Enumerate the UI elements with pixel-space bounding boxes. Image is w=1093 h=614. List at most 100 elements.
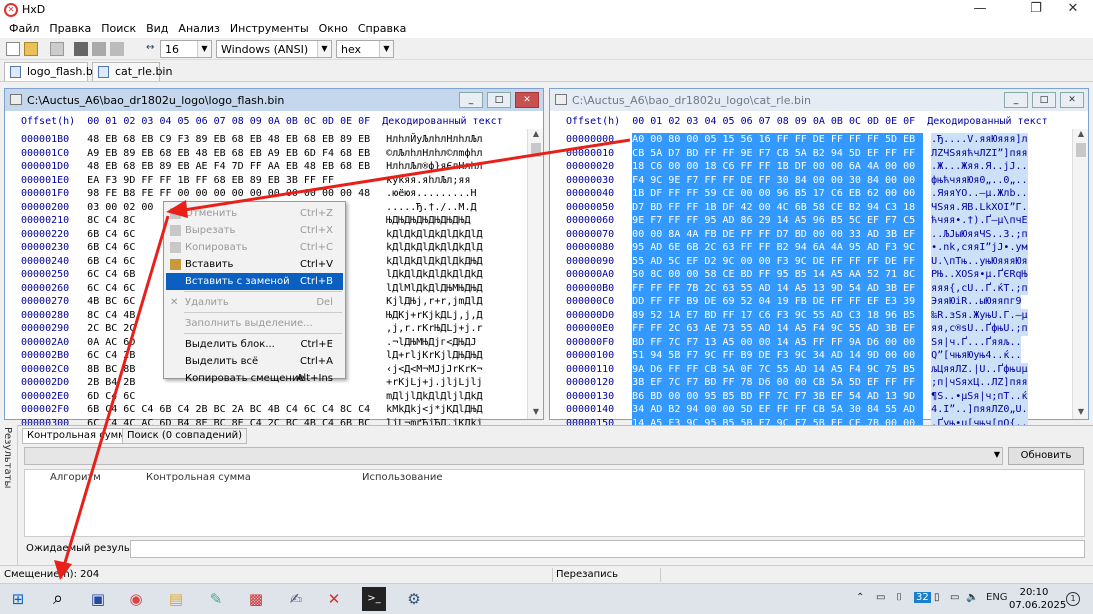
row-hex[interactable]: B6 BD 00 00 95 B5 BD FF 7C F7 3B EF 54 A… bbox=[632, 389, 924, 403]
update-button[interactable]: Обновить bbox=[1008, 447, 1084, 465]
hex-row[interactable]: 000000E0 FF FF 2C 63 AE 73 55 AD 14 A5 F4… bbox=[550, 322, 1072, 336]
bytes-per-row-select[interactable]: 16 ▼ bbox=[160, 40, 212, 58]
hex-row[interactable]: 000000D0 89 52 1A E7 BD FF 17 C6 F3 9C 55… bbox=[550, 308, 1072, 322]
hex-row[interactable]: 000000A0 50 8C 00 00 58 CE BD FF 95 B5 14… bbox=[550, 268, 1072, 282]
hex-row[interactable]: 00000050 D7 BD FF FF 1B DF 42 00 4C 6B 58… bbox=[550, 200, 1072, 214]
editor-icon[interactable]: ✍ bbox=[284, 587, 308, 611]
tab-cat-rle[interactable]: cat_rle.bin bbox=[92, 62, 172, 81]
row-text[interactable]: KjlДЊj,r+r,jmДlД bbox=[386, 295, 482, 309]
menu-item[interactable]: Анализ bbox=[173, 20, 225, 38]
row-text[interactable]: kМkДkj<j*jKДlДЊД bbox=[386, 403, 482, 417]
tray-app-icon[interactable]: ▭ bbox=[876, 592, 885, 603]
close-icon[interactable]: ✕ bbox=[1050, 0, 1093, 20]
hex-row[interactable]: 00000140 34 AD B2 94 00 00 5D EF FF FF CB… bbox=[550, 403, 1072, 417]
row-text[interactable]: kДlДkДlДkДlДkДlД bbox=[386, 228, 482, 242]
row-text[interactable]: kДlДkДlДkДlДkДЊД bbox=[386, 255, 482, 269]
column-header[interactable]: Алгоритм bbox=[50, 472, 101, 483]
row-text[interactable]: .....Ђ.†./..М.Д bbox=[386, 201, 476, 215]
minimize-icon[interactable]: _ bbox=[1004, 92, 1028, 108]
row-text[interactable]: ..ЉJыЮяяЧЅ..3.;п bbox=[931, 227, 1028, 241]
row-hex[interactable]: 98 FE B8 FE FF 00 00 00 00 00 00 00 00 0… bbox=[87, 187, 378, 201]
row-text[interactable]: куќяя.яhлЉл;яя bbox=[386, 174, 470, 188]
print-icon[interactable] bbox=[92, 42, 106, 56]
menu-item[interactable]: Поиск bbox=[96, 20, 141, 38]
charset-select[interactable]: Windows (ANSI) ▼ bbox=[216, 40, 332, 58]
row-hex[interactable]: 00 00 8A 4A FB DE FF FF D7 BD 00 00 33 A… bbox=[632, 227, 924, 241]
row-hex[interactable]: FF FF 2C 63 AE 73 55 AD 14 A5 F4 9C 55 A… bbox=[632, 322, 924, 336]
close-icon[interactable]: ✕ bbox=[515, 92, 539, 108]
row-text[interactable]: PЊ..XОЅя•µ.ҐЄRqЊ bbox=[931, 268, 1028, 282]
expected-result-input[interactable] bbox=[130, 540, 1085, 558]
row-text[interactable]: mДljlДkДlДljlДkД bbox=[386, 390, 482, 404]
save-icon[interactable] bbox=[50, 42, 64, 56]
tab-search[interactable]: Поиск (0 совпадений) bbox=[122, 428, 247, 444]
maximize-icon[interactable]: □ bbox=[487, 92, 511, 108]
notification-icon[interactable]: 1 bbox=[1066, 592, 1080, 606]
row-hex[interactable]: 48 EB 68 EB C9 F3 89 EB 68 EB 48 EB 68 E… bbox=[87, 133, 378, 147]
hex-row[interactable]: 00000130 B6 BD 00 00 95 B5 BD FF 7C F7 3B… bbox=[550, 389, 1072, 403]
hex-row[interactable]: 000000C0 DD FF FF B9 DE 69 52 04 19 FB DE… bbox=[550, 295, 1072, 309]
save-app-icon[interactable]: ▣ bbox=[86, 587, 110, 611]
hex-window-cat-rle[interactable]: C:\Auctus_A6\bao_dr1802u_logo\cat_rle.bi… bbox=[549, 88, 1089, 430]
hex-row[interactable]: 00000120 3B EF 7C F7 BD FF 78 D6 00 00 CB… bbox=[550, 376, 1072, 390]
row-text[interactable]: kДlДkДlДkДlДkДlД bbox=[386, 241, 482, 255]
row-text[interactable]: Q”[чњяЮуњ4..ќ.. bbox=[931, 349, 1022, 363]
hex-row[interactable]: 000002E0 6D C4 6C mДljlДkДlДljlДkД bbox=[5, 390, 527, 404]
row-text[interactable]: љЦяяЛZ.|U..Ґфњuµ bbox=[931, 362, 1028, 376]
row-hex[interactable]: D7 BD FF FF 1B DF 42 00 4C 6B 58 CE B2 9… bbox=[632, 200, 924, 214]
search-icon[interactable]: ⌕ bbox=[46, 587, 70, 611]
row-hex[interactable]: 6D C4 6C bbox=[87, 390, 378, 404]
checksum-select[interactable]: ▼ bbox=[24, 447, 1003, 465]
tab-checksum[interactable]: Контрольная сумма bbox=[22, 428, 137, 444]
hex-row[interactable]: 000000F0 BD FF 7C F7 13 A5 00 00 14 A5 FF… bbox=[550, 335, 1072, 349]
row-text[interactable]: ¶Ѕ..•µЅя|ч;пT..ќ bbox=[931, 389, 1028, 403]
row-text[interactable]: Ѕя|ч.Ґ...Ґяяљ.. bbox=[931, 335, 1022, 349]
hex-row[interactable]: 00000080 95 AD 6E 6B 2C 63 FF FF B2 94 6A… bbox=[550, 241, 1072, 255]
row-hex[interactable]: 48 EB 68 EB 89 EB AE F4 7D FF AA EB 48 E… bbox=[87, 160, 378, 174]
hex-row[interactable]: 00000020 18 C6 00 00 18 C6 FF FF 1B DF 00… bbox=[550, 160, 1072, 174]
column-header[interactable]: Использование bbox=[362, 472, 443, 483]
row-text[interactable]: lДlМlДkДlДЊМЊДЊД bbox=[386, 282, 482, 296]
terminal-icon[interactable]: >_ bbox=[362, 587, 386, 611]
row-text[interactable]: .юёюя.........H bbox=[386, 187, 476, 201]
notepad-icon[interactable]: ✎ bbox=[204, 587, 228, 611]
language-indicator[interactable]: ENG bbox=[986, 592, 1008, 603]
row-text[interactable]: lД+rljKrKjlДЊДЊД bbox=[386, 349, 482, 363]
row-hex[interactable]: 51 94 5B F7 9C FF B9 DE F3 9C 34 AD 14 9… bbox=[632, 349, 924, 363]
row-hex[interactable]: 95 AD 6E 6B 2C 63 FF FF B2 94 6A 4A 95 A… bbox=[632, 241, 924, 255]
close-file-icon[interactable] bbox=[74, 42, 88, 56]
row-text[interactable]: ‹j<Д<М¬МJjJrKrK¬ bbox=[386, 363, 482, 377]
menu-item[interactable]: Правка bbox=[44, 20, 96, 38]
row-text[interactable]: .Ж...Жяя.Я..jJ.. bbox=[931, 160, 1028, 174]
minimize-icon[interactable]: _ bbox=[459, 92, 483, 108]
hex-row[interactable]: 00000100 51 94 5B F7 9C FF B9 DE F3 9C 34… bbox=[550, 349, 1072, 363]
row-hex[interactable]: DD FF FF B9 DE 69 52 04 19 FB DE FF FF E… bbox=[632, 295, 924, 309]
row-hex[interactable]: A9 EB 89 EB 68 EB 48 EB 68 EB A9 EB 6D F… bbox=[87, 147, 378, 161]
row-text[interactable]: .Ђ....V.яяЮяяя]л bbox=[931, 133, 1028, 147]
hex-row[interactable]: 00000110 9A D6 FF FF CB 5A 0F 7C 55 AD 14… bbox=[550, 362, 1072, 376]
new-file-icon[interactable] bbox=[6, 42, 20, 56]
row-hex[interactable]: 89 52 1A E7 BD FF 17 C6 F3 9C 55 AD C3 1… bbox=[632, 308, 924, 322]
tray-volume-icon[interactable]: 🔈 bbox=[966, 592, 978, 603]
row-text[interactable]: ћчяя•.†).Ґ–µ\пчЕ bbox=[931, 214, 1028, 228]
row-text[interactable]: ЭяяЮiR..ыЮяяпг9 bbox=[931, 295, 1022, 309]
menu-item[interactable]: Справка bbox=[353, 20, 411, 38]
row-text[interactable]: •.nk,cяяІ”jJ•.ум bbox=[931, 241, 1028, 255]
hex-rows[interactable]: 00000000 A0 00 80 00 05 15 56 16 FF FF DE… bbox=[550, 133, 1072, 430]
tray-chevron-icon[interactable]: ⌃ bbox=[856, 592, 864, 603]
tray-usb-icon[interactable]: ⌷ bbox=[896, 592, 902, 603]
minimize-icon[interactable]: — bbox=[957, 0, 1003, 20]
row-text[interactable]: яя,c®sU..ҐфњU.;п bbox=[931, 322, 1028, 336]
row-text[interactable]: .ЯяяYО..–µ.Жлb.. bbox=[931, 187, 1028, 201]
paint-icon[interactable]: ▩ bbox=[244, 587, 268, 611]
row-text[interactable]: ЧЅяя.ЯB.LkXОІ”Г. bbox=[931, 200, 1028, 214]
maximize-icon[interactable]: □ bbox=[1032, 92, 1056, 108]
row-text[interactable]: U.\пТњ..уњЮяяяЮя bbox=[931, 254, 1028, 268]
hex-row[interactable]: 00000010 CB 5A D7 BD FF FF 9E F7 CB 5A B2… bbox=[550, 146, 1072, 160]
clock[interactable]: 20:10 07.06.2025 bbox=[1009, 586, 1066, 612]
menu-item[interactable]: Вид bbox=[141, 20, 173, 38]
menu-item[interactable]: Инструменты bbox=[225, 20, 314, 38]
row-hex[interactable]: 1B DF FF FF 59 CE 00 00 96 B5 17 C6 EB 6… bbox=[632, 187, 924, 201]
hex-row[interactable]: 00000070 00 00 8A 4A FB DE FF FF D7 BD 00… bbox=[550, 227, 1072, 241]
results-side-tab[interactable]: Результаты bbox=[0, 425, 18, 565]
